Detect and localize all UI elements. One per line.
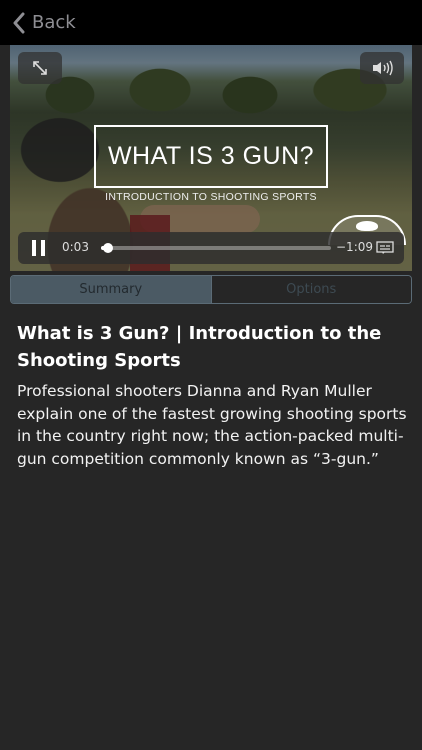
playback-control-bar: 0:03 −1:09 <box>18 232 404 264</box>
video-player[interactable]: WHAT IS 3 GUN? INTRODUCTION TO SHOOTING … <box>10 45 412 271</box>
expand-arrows-icon <box>33 61 47 75</box>
progress-knob[interactable] <box>102 243 113 253</box>
tab-options[interactable]: Options <box>210 276 411 303</box>
navigation-bar: Back <box>0 0 422 45</box>
chevron-left-icon <box>13 12 25 33</box>
progress-scrubber[interactable] <box>101 243 331 253</box>
video-subtitle-text: INTRODUCTION TO SHOOTING SPORTS <box>105 191 317 203</box>
speaker-volume-icon <box>373 60 393 76</box>
captions-button[interactable] <box>376 240 394 254</box>
article-title: What is 3 Gun? | Introduction to the Sho… <box>17 323 382 371</box>
summary-options-toggle: Summary Options <box>10 275 412 304</box>
time-remaining: −1:09 <box>336 240 374 254</box>
article-body: Professional shooters Dianna and Ryan Mu… <box>17 382 407 468</box>
tab-summary[interactable]: Summary <box>11 276 211 303</box>
video-title-text: WHAT IS 3 GUN? <box>107 142 315 170</box>
captions-icon <box>376 241 394 254</box>
time-elapsed: 0:03 <box>62 240 89 254</box>
back-button[interactable]: Back <box>12 12 76 34</box>
fullscreen-button[interactable] <box>18 52 62 84</box>
video-title-card: WHAT IS 3 GUN? <box>94 125 328 188</box>
pause-icon[interactable] <box>32 240 46 256</box>
back-label: Back <box>32 12 76 33</box>
volume-button[interactable] <box>360 52 404 84</box>
watermark-logo-mark <box>356 221 378 231</box>
